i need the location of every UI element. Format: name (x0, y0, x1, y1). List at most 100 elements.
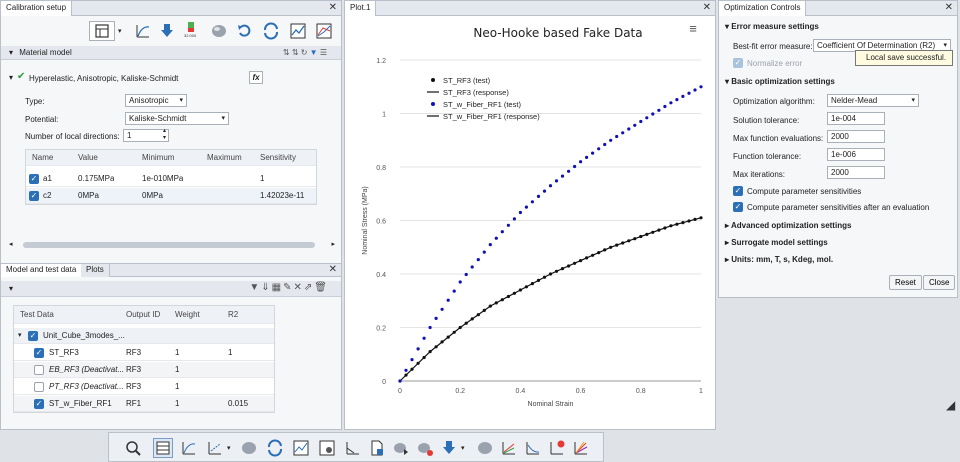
document-button[interactable] (367, 438, 387, 458)
stepper-arrows-icon[interactable]: ▴ ▾ (163, 128, 166, 142)
table-row[interactable]: ✓ ST_w_Fiber_RF1 RF1 1 0.015 (14, 396, 274, 412)
multi-curve-button[interactable] (499, 438, 519, 458)
trash-icon[interactable]: 🗑 (314, 282, 329, 293)
table-row[interactable]: ✓ ST_RF3 RF3 1 1 (14, 345, 274, 361)
curve-fit-button[interactable] (179, 438, 199, 458)
close-icon[interactable]: ✕ (329, 264, 337, 276)
curve-button[interactable] (523, 438, 543, 458)
table-row[interactable]: ✓ c2 0MPa 0MPa 1.42023e-11 (26, 188, 316, 204)
chevron-down-icon[interactable]: ▾ (461, 444, 465, 452)
table-row[interactable]: EB_RF3 (Deactivat... RF3 1 (14, 362, 274, 378)
axis-button[interactable] (343, 438, 363, 458)
load-model-button[interactable] (157, 21, 177, 41)
plot-button[interactable] (291, 438, 311, 458)
row-checkbox[interactable]: ✓ (29, 191, 39, 201)
param-value[interactable]: 0.175MPa (78, 171, 114, 187)
scroll-right-icon[interactable]: ▸ (331, 240, 335, 248)
surrogate-model-section[interactable]: ▸ Surrogate model settings (725, 238, 828, 247)
close-icon[interactable]: ✕ (329, 2, 337, 14)
collapse-icon[interactable]: ▾ (9, 284, 13, 293)
sphere-play-button[interactable] (391, 438, 411, 458)
resize-grip-icon[interactable]: ◢ (946, 398, 955, 412)
max-function-evaluations-input[interactable]: 2000 (827, 130, 885, 143)
column-header[interactable]: Test Data (20, 306, 54, 324)
expand-icon[interactable]: ▾ (18, 331, 22, 339)
edit-icon[interactable]: ✎ (283, 282, 293, 293)
sphere-stop-button[interactable] (415, 438, 435, 458)
scrollbar-thumb[interactable] (23, 242, 315, 248)
test-weight[interactable]: 1 (175, 345, 179, 361)
max-iterations-input[interactable]: 2000 (827, 166, 885, 179)
solution-tolerance-input[interactable]: 1e-004 (827, 112, 885, 125)
advanced-optimization-section[interactable]: ▸ Advanced optimization settings (725, 221, 851, 230)
add-curve-button[interactable] (547, 438, 567, 458)
close-button[interactable]: Close (923, 275, 956, 290)
scroll-left-icon[interactable]: ◂ (9, 240, 13, 248)
algorithm-select[interactable]: Nelder-Mead ▾ (827, 94, 919, 107)
basic-optimization-section[interactable]: ▾ Basic optimization settings (725, 77, 835, 86)
chevron-down-icon[interactable]: ▾ (227, 444, 231, 452)
evaluate-button[interactable]: 32.000 (181, 19, 201, 39)
column-header[interactable]: Weight (175, 306, 200, 324)
material-sphere-button[interactable] (209, 21, 229, 41)
export-icon[interactable]: ⇗ (304, 282, 314, 293)
function-tolerance-input[interactable]: 1e-006 (827, 148, 885, 161)
function-icon[interactable]: fx (249, 71, 263, 84)
error-measure-section[interactable]: ▾ Error measure settings (725, 22, 819, 31)
column-header[interactable]: Value (78, 150, 98, 166)
column-header[interactable]: Name (32, 150, 53, 166)
row-checkbox[interactable]: ✓ (34, 348, 44, 358)
group-checkbox[interactable]: ✓ (28, 331, 38, 341)
compute-sensitivities-checkbox[interactable]: ✓ (733, 186, 743, 196)
tab-optimization-controls[interactable]: Optimization Controls (719, 1, 807, 16)
hamburger-menu-icon[interactable]: ≡ (689, 21, 697, 36)
tab-plot-1[interactable]: Plot.1 (345, 1, 377, 16)
param-value[interactable]: 0MPa (78, 188, 99, 204)
transform-button[interactable] (205, 438, 225, 458)
table-row[interactable]: ✓ a1 0.175MPa 1e-010MPa 1 (26, 171, 316, 187)
grid-icon[interactable]: ▦ (272, 282, 283, 293)
horizontal-scrollbar[interactable]: ◂ ▸ (9, 241, 335, 249)
load-model-button[interactable] (439, 438, 459, 458)
local-directions-stepper[interactable]: 1 ▴ ▾ (123, 128, 169, 142)
test-weight[interactable]: 1 (175, 396, 179, 412)
units-section[interactable]: ▸ Units: mm, T, s, Kdeg, mol. (725, 255, 833, 264)
close-icon[interactable]: ✕ (703, 2, 711, 14)
test-weight[interactable]: 1 (175, 362, 179, 378)
undo-button[interactable] (235, 21, 255, 41)
compare-button[interactable] (314, 21, 334, 41)
material-model-header[interactable]: ▾ Material model ⇅ ⇅ ↻ ▼ ☰ (1, 46, 341, 60)
refresh-button[interactable] (261, 21, 281, 41)
param-minimum[interactable]: 1e-010MPa (142, 171, 183, 187)
tab-plots[interactable]: Plots (81, 264, 110, 277)
potential-select[interactable]: Kaliske-Schmidt ▾ (125, 112, 229, 125)
chart-settings-button[interactable] (317, 438, 337, 458)
curve-fit-button[interactable] (133, 21, 153, 41)
import-icon[interactable]: ⇓ (261, 282, 271, 293)
type-select[interactable]: Anisotropic ▾ (125, 94, 187, 107)
column-header[interactable]: R2 (228, 306, 238, 324)
table-view-button[interactable] (89, 21, 115, 41)
filter-icon[interactable]: ▼ (310, 48, 318, 57)
row-checkbox[interactable] (34, 365, 44, 375)
material-sphere-button[interactable] (239, 438, 259, 458)
plot-button[interactable] (288, 21, 308, 41)
chevron-down-icon[interactable]: ▾ (118, 27, 122, 35)
column-header[interactable]: Output ID (126, 306, 160, 324)
column-header[interactable]: Maximum (207, 150, 242, 166)
test-weight[interactable]: 1 (175, 379, 179, 395)
column-header[interactable]: Sensitivity (260, 150, 296, 166)
filter-icon[interactable]: ▼ (249, 282, 261, 293)
normalize-checkbox[interactable]: ✓ (733, 58, 743, 68)
refresh-button[interactable] (265, 438, 285, 458)
material-model-row[interactable]: ▾ ✔ Hyperelastic, Anisotropic, Kaliske-S… (9, 71, 333, 85)
tab-model-and-test-data[interactable]: Model and test data (1, 264, 83, 277)
row-checkbox[interactable]: ✓ (34, 399, 44, 409)
param-minimum[interactable]: 0MPa (142, 188, 163, 204)
tab-calibration-setup[interactable]: Calibration setup (1, 1, 73, 16)
row-checkbox[interactable] (34, 382, 44, 392)
table-row[interactable]: PT_RF3 (Deactivat... RF3 1 (14, 379, 274, 395)
spectrum-button[interactable] (571, 438, 591, 458)
column-header[interactable]: Minimum (142, 150, 174, 166)
row-checkbox[interactable]: ✓ (29, 174, 39, 184)
